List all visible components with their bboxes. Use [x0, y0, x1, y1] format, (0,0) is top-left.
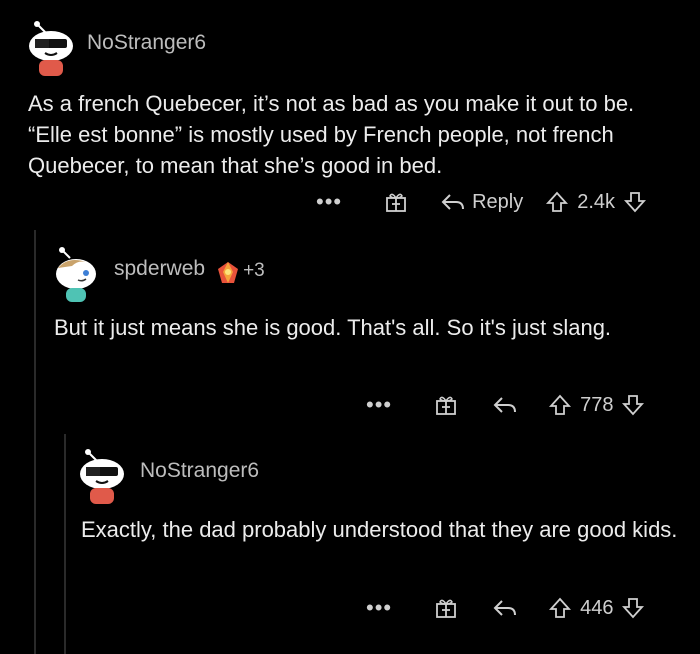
comment-actions: ••• 446 [366, 596, 645, 620]
upvote-icon[interactable] [548, 596, 572, 620]
avatar[interactable] [76, 448, 126, 504]
reply-button[interactable]: Reply [440, 191, 523, 214]
comment-body: But it just means she is good. That's al… [54, 315, 612, 340]
comment: NoStranger6 Exactly, the dad probably un… [76, 448, 686, 545]
avatar[interactable] [25, 20, 75, 76]
comment-header: NoStranger6 [76, 448, 686, 504]
reply-label: Reply [472, 190, 524, 213]
comment-actions: ••• Reply 2.4k [316, 190, 647, 214]
snoo-avatar-icon [56, 247, 96, 302]
username[interactable]: spderweb [114, 257, 205, 281]
comment-body: As a french Quebecer, it’s not as bad as… [28, 91, 635, 178]
more-button[interactable]: ••• [366, 394, 392, 416]
thread-line [34, 230, 36, 654]
username[interactable]: NoStranger6 [140, 459, 259, 483]
award-count: +3 [243, 260, 265, 281]
downvote-icon[interactable] [621, 596, 645, 620]
snoo-avatar-icon [80, 449, 124, 504]
vote-score: 446 [580, 596, 614, 619]
upvote-icon[interactable] [545, 190, 569, 214]
avatar[interactable] [50, 246, 100, 302]
more-button[interactable]: ••• [366, 597, 392, 619]
reply-arrow-icon [440, 191, 466, 213]
username[interactable]: NoStranger6 [87, 31, 206, 55]
gift-icon[interactable] [384, 190, 408, 214]
more-button[interactable]: ••• [316, 191, 342, 213]
gift-icon[interactable] [434, 393, 458, 417]
vote-score: 2.4k [577, 190, 616, 213]
comment-actions: ••• 778 [366, 393, 645, 417]
reply-arrow-icon[interactable] [492, 597, 518, 619]
thread-line [64, 434, 66, 654]
gift-icon[interactable] [434, 596, 458, 620]
comment: spderweb +3 But it just means she is goo… [50, 246, 680, 343]
upvote-icon[interactable] [548, 393, 572, 417]
downvote-icon[interactable] [623, 190, 647, 214]
reply-arrow-icon[interactable] [492, 394, 518, 416]
comment-header: NoStranger6 [25, 20, 685, 76]
comment-body: Exactly, the dad probably understood tha… [81, 517, 678, 542]
comment: NoStranger6 As a french Quebecer, it’s n… [25, 20, 685, 181]
comment-header: spderweb +3 [50, 246, 680, 302]
downvote-icon[interactable] [621, 393, 645, 417]
award-icon [215, 260, 239, 283]
snoo-avatar-icon [29, 21, 73, 76]
vote-score: 778 [580, 393, 614, 416]
